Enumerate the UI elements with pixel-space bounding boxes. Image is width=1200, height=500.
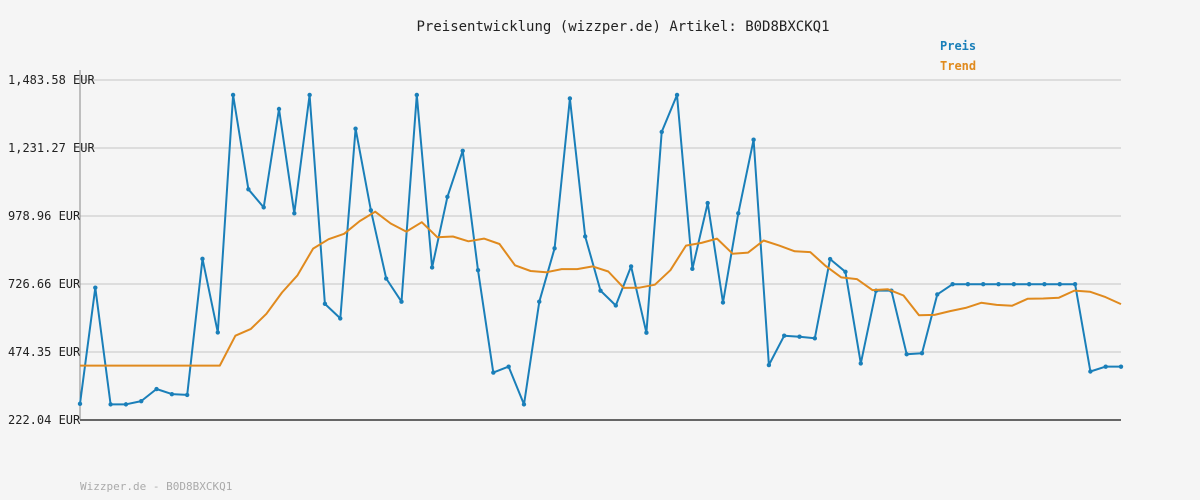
data-point: [353, 126, 358, 131]
data-point: [246, 187, 251, 192]
data-point: [1026, 281, 1032, 287]
data-point: [827, 256, 833, 262]
data-point: [1042, 281, 1047, 287]
data-point: [935, 292, 940, 297]
data-point: [1057, 281, 1062, 287]
data-point: [1088, 369, 1093, 374]
data-point: [399, 299, 404, 304]
data-point: [705, 200, 710, 206]
footer-text: Wizzper.de - B0D8BXCKQ1: [80, 480, 233, 493]
data-point: [429, 265, 435, 270]
data-point: [751, 137, 756, 142]
data-point: [230, 92, 236, 98]
data-point: [659, 129, 664, 135]
data-point: [736, 211, 741, 216]
y-tick-label: 474.35 EUR: [8, 345, 81, 359]
data-point: [950, 281, 955, 287]
data-point: [93, 285, 98, 290]
y-tick-label: 1,231.27 EUR: [8, 141, 95, 155]
data-point: [139, 398, 144, 404]
data-point: [322, 301, 328, 307]
data-point: [169, 391, 175, 397]
data-point: [766, 362, 772, 368]
data-point: [674, 92, 680, 98]
data-point: [1118, 364, 1124, 369]
y-tick-label: 222.04 EUR: [8, 413, 81, 427]
data-point: [812, 336, 818, 341]
data-point: [521, 402, 527, 407]
data-point: [919, 350, 925, 356]
data-point: [184, 392, 190, 398]
data-point: [843, 269, 848, 274]
data-point: [537, 299, 542, 304]
data-point: [996, 281, 1001, 287]
data-point: [858, 361, 863, 366]
data-point: [598, 288, 603, 293]
data-point: [1011, 281, 1017, 287]
data-point: [981, 281, 986, 287]
data-point: [491, 370, 496, 375]
price-chart: 222.04 EUR 474.35 EUR 726.66 EUR 978.96 EUR…: [8, 70, 1124, 427]
data-point: [720, 300, 726, 305]
data-point: [368, 208, 374, 213]
data-point: [123, 402, 129, 407]
data-point: [506, 364, 511, 369]
data-point: [904, 352, 909, 357]
data-point: [782, 333, 787, 338]
data-point: [460, 148, 465, 153]
series-line-preis: [79, 94, 1121, 406]
data-point: [445, 194, 450, 200]
y-tick-label: 726.66 EUR: [8, 277, 81, 291]
data-point: [77, 401, 83, 407]
data-point: [1103, 364, 1108, 369]
data-point: [292, 211, 297, 216]
data-point: [154, 386, 159, 392]
data-point: [200, 256, 205, 262]
data-point: [261, 205, 266, 210]
data-point: [307, 92, 312, 98]
y-tick-label: 1,483.58 EUR: [8, 73, 95, 87]
data-point: [644, 330, 649, 335]
data-point: [383, 276, 389, 281]
data-point: [628, 264, 634, 269]
y-tick-label: 978.96 EUR: [8, 209, 81, 223]
data-point: [1072, 281, 1078, 287]
data-point: [414, 92, 419, 98]
data-point: [215, 330, 220, 335]
data-point: [276, 106, 282, 112]
data-point: [582, 234, 588, 239]
data-point: [552, 246, 557, 251]
data-point: [797, 334, 802, 339]
data-point: [567, 96, 573, 101]
data-point: [965, 281, 971, 287]
data-point: [613, 303, 619, 308]
data-point: [690, 266, 695, 272]
data-point: [338, 316, 343, 321]
data-point: [108, 402, 113, 407]
data-point: [475, 267, 481, 273]
